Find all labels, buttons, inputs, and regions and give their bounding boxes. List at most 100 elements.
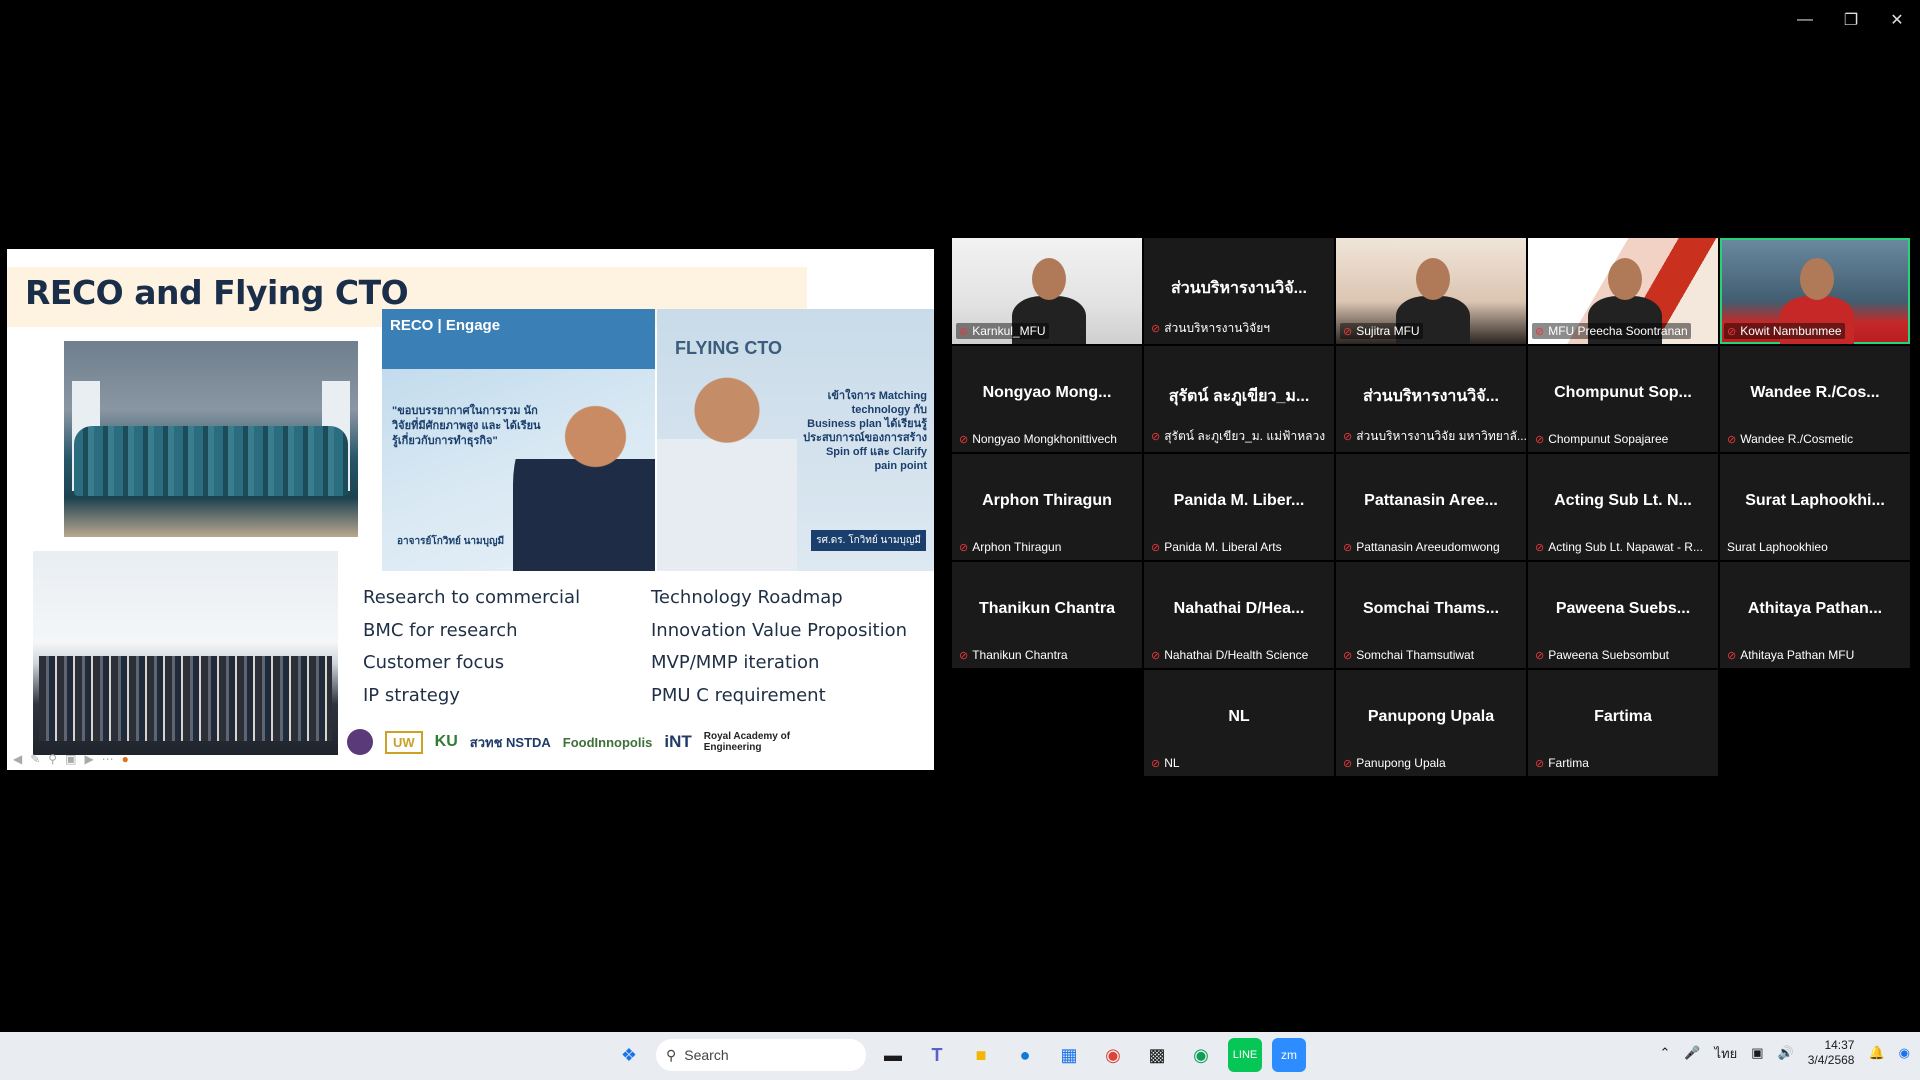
participant-tile[interactable]: ⊘ MFU Preecha Soontranan (1528, 238, 1718, 344)
participant-tile[interactable]: ⊘ Sujitra MFU (1336, 238, 1526, 344)
bullet-item: Innovation Value Proposition (651, 619, 908, 641)
participant-tile[interactable]: Pattanasin Aree... ⊘ Pattanasin Areeudomwo… (1336, 454, 1526, 560)
bullet-item: Technology Roadmap (651, 587, 843, 608)
muted-mic-icon: ⊘ (1343, 649, 1353, 662)
muted-mic-icon: ⊘ (1151, 323, 1161, 335)
participant-name-text: Athitaya Pathan MFU (1740, 648, 1855, 662)
more-icon[interactable]: ⋯ (102, 752, 114, 766)
participant-tile[interactable]: Acting Sub Lt. N... ⊘ Acting Sub Lt. Napaw… (1528, 454, 1718, 560)
participant-tile[interactable]: Chompunut Sop... ⊘ Chompunut Sopajaree (1528, 346, 1718, 452)
microphone-icon[interactable]: 🎤 (1684, 1045, 1700, 1061)
search-box[interactable]: ⚲ Search (656, 1039, 866, 1071)
muted-mic-icon: ⊘ (1535, 649, 1545, 662)
task-view-icon[interactable]: ▬ (876, 1038, 910, 1072)
participant-tile[interactable]: Panida M. Liber... ⊘ Panida M. Liberal Art… (1144, 454, 1334, 560)
muted-mic-icon: ⊘ (1535, 325, 1545, 338)
participant-name-label: ⊘ Chompunut Sopajaree (1532, 431, 1671, 447)
edge-icon[interactable]: ● (1008, 1038, 1042, 1072)
zoom-icon[interactable]: ⚲ (48, 752, 57, 766)
chrome-icon-2[interactable]: ◉ (1184, 1038, 1218, 1072)
pen-icon[interactable]: ✎ (30, 752, 40, 766)
participant-display-name: Thanikun Chantra (978, 600, 1115, 617)
start-icon[interactable]: ❖ (612, 1038, 646, 1072)
minimize-button[interactable]: — (1782, 0, 1828, 40)
participant-tile[interactable]: ส่วนบริหารงานวิจั... ⊘ ส่วนบริหารงานวิจัยฯ (1144, 238, 1334, 344)
teams-icon[interactable]: T (920, 1038, 954, 1072)
participant-name-label: ⊘ Athitaya Pathan MFU (1724, 647, 1857, 663)
participant-display-name: Pattanasin Aree... (1364, 492, 1498, 509)
participant-name-label: ⊘ ส่วนบริหารงานวิจัย มหาวิทยาลั... (1340, 426, 1526, 447)
line-icon[interactable]: LINE (1228, 1038, 1262, 1072)
participant-name-text: ส่วนบริหารงานวิจัย มหาวิทยาลั... (1356, 429, 1526, 443)
participant-name-text: Acting Sub Lt. Napawat - R... (1548, 540, 1703, 554)
participant-display-name: Athitaya Pathan... (1747, 600, 1883, 617)
participant-tile[interactable]: Athitaya Pathan... ⊘ Athitaya Pathan MFU (1720, 562, 1910, 668)
participant-name-label: ⊘ MFU Preecha Soontranan (1532, 323, 1691, 339)
files-icon[interactable]: ▩ (1140, 1038, 1174, 1072)
crowd (74, 426, 348, 496)
participant-name-label: ⊘ Fartima (1532, 755, 1592, 771)
pointer-icon[interactable]: ● (122, 752, 129, 766)
copilot-icon[interactable]: ◉ (1899, 1045, 1910, 1061)
participant-name-label: ⊘ Thanikun Chantra (956, 647, 1071, 663)
zoom-icon[interactable]: zm (1272, 1038, 1306, 1072)
participant-tile[interactable]: Somchai Thams... ⊘ Somchai Thamsutiwat (1336, 562, 1526, 668)
restore-button[interactable]: ❐ (1828, 0, 1874, 40)
muted-mic-icon: ⊘ (1535, 433, 1545, 446)
store-icon[interactable]: ▦ (1052, 1038, 1086, 1072)
participant-name-label: ⊘ Panupong Upala (1340, 755, 1449, 771)
person-photo (513, 389, 655, 571)
participant-tile[interactable]: Panupong Upala ⊘ Panupong Upala (1336, 670, 1526, 776)
participant-tile[interactable]: ส่วนบริหารงานวิจั... ⊘ ส่วนบริหารงานวิจัย … (1336, 346, 1526, 452)
chevron-up-icon[interactable]: ⌃ (1659, 1045, 1670, 1061)
back-icon[interactable]: ◀ (13, 752, 22, 766)
participant-name-label: ⊘ Nahathai D/Health Science (1148, 647, 1311, 663)
participant-tile[interactable]: Wandee R./Cos... ⊘ Wandee R./Cosmetic (1720, 346, 1910, 452)
group-photo-2 (33, 551, 338, 755)
file-explorer-icon[interactable]: ■ (964, 1038, 998, 1072)
input-language[interactable]: ไทย (1715, 1043, 1738, 1064)
volume-icon[interactable]: 🔊 (1778, 1045, 1794, 1061)
participant-tile[interactable]: ⊘ Karnkul_MFU (952, 238, 1142, 344)
participant-name-text: Sujitra MFU (1356, 324, 1420, 338)
participant-name-text: Paweena Suebsombut (1548, 648, 1669, 662)
poster-signature: อาจารย์โกวิทย์ นามบุญมี (397, 536, 505, 547)
participant-video (1416, 258, 1450, 300)
participant-name-label: ⊘ Somchai Thamsutiwat (1340, 647, 1477, 663)
participant-display-name: Surat Laphookhi... (1745, 492, 1885, 509)
participant-name-text: Chompunut Sopajaree (1548, 432, 1669, 446)
muted-mic-icon: ⊘ (959, 325, 969, 338)
participant-tile[interactable]: ⊘ Kowit Nambunmee (1720, 238, 1910, 344)
participant-name-label: ⊘ Panida M. Liberal Arts (1148, 539, 1285, 555)
bullet-item: Customer focus (363, 652, 505, 673)
participant-name-text: Surat Laphookhieo (1727, 540, 1828, 554)
captions-icon[interactable]: ▣ (65, 752, 76, 766)
participant-video (1800, 258, 1834, 300)
participant-tile[interactable]: Surat Laphookhi... Surat Laphookhieo (1720, 454, 1910, 560)
participant-tile[interactable]: Paweena Suebs... ⊘ Paweena Suebsombut (1528, 562, 1718, 668)
participant-tile[interactable]: Arphon Thiragun ⊘ Arphon Thiragun (952, 454, 1142, 560)
participant-name-label: ⊘ Wandee R./Cosmetic (1724, 431, 1856, 447)
participant-tile[interactable]: สุรัตน์ ละภูเขียว_ม... ⊘ สุรัตน์ ละภูเขียว… (1144, 346, 1334, 452)
participant-display-name: ส่วนบริหารงานวิจั... (1363, 388, 1499, 405)
participant-video (1608, 258, 1642, 300)
participant-name-label: Surat Laphookhieo (1724, 539, 1831, 555)
participant-tile[interactable]: Nahathai D/Hea... ⊘ Nahathai D/Health Scie… (1144, 562, 1334, 668)
participant-name-text: Fartima (1548, 756, 1589, 770)
participant-tile[interactable]: Thanikun Chantra ⊘ Thanikun Chantra (952, 562, 1142, 668)
participant-tile[interactable]: Nongyao Mong... ⊘ Nongyao Mongkhonittivech (952, 346, 1142, 452)
chrome-icon[interactable]: ◉ (1096, 1038, 1130, 1072)
bullet-item: Research to commercial (363, 587, 581, 608)
close-button[interactable]: ✕ (1874, 0, 1920, 40)
date: 3/4/2568 (1807, 1053, 1855, 1067)
participant-display-name: Arphon Thiragun (982, 492, 1112, 509)
network-icon[interactable]: ▣ (1751, 1045, 1763, 1061)
participant-name-text: Kowit Nambunmee (1740, 324, 1842, 338)
participant-display-name: Panupong Upala (1367, 708, 1495, 725)
participant-tile[interactable]: NL ⊘ NL (1144, 670, 1334, 776)
participant-tile[interactable]: Fartima ⊘ Fartima (1528, 670, 1718, 776)
bullet-item: IP strategy (363, 684, 460, 706)
notification-icon[interactable]: 🔔 (1868, 1045, 1884, 1061)
clock[interactable]: 14:37 3/4/2568 (1808, 1038, 1855, 1068)
video-icon[interactable]: ▶ (84, 752, 93, 766)
